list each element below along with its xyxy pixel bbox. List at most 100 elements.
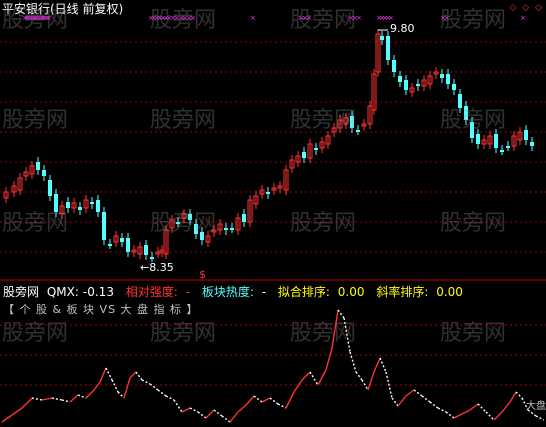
- qmx-label: QMX:: [46, 285, 79, 299]
- candle-body: [506, 146, 510, 148]
- indicator-segment: [397, 395, 407, 407]
- candle-body: [476, 134, 480, 144]
- candle-body: [386, 36, 390, 60]
- indicator-segment: [99, 367, 107, 383]
- fit-rank-value: 0.00: [337, 285, 365, 299]
- indicator-segment: [105, 367, 113, 381]
- indicator-segment: [469, 403, 479, 411]
- indicator-segment: [41, 397, 53, 401]
- indicator-segment: [69, 394, 79, 403]
- watermark: 股旁网: [2, 108, 69, 133]
- indicator-segment: [181, 407, 191, 413]
- indicator-segment: [461, 409, 471, 415]
- indicator-segment: [85, 389, 95, 399]
- indicator-segment: [245, 395, 255, 406]
- sector-heat-label: 板块热度:: [201, 285, 254, 299]
- candle-body: [42, 170, 46, 176]
- watermark: 股旁网: [150, 8, 217, 33]
- candle-body: [452, 84, 456, 90]
- indicator-segment: [515, 391, 523, 399]
- dollar-marker-icon: $: [199, 268, 206, 281]
- indicator-segment: [93, 381, 101, 391]
- watermark: 股旁网: [2, 321, 69, 346]
- candle-body: [530, 142, 534, 146]
- indicator-segment: [421, 395, 431, 403]
- indicator-segment: [373, 357, 381, 373]
- candle-body: [242, 214, 246, 222]
- indicator-segment: [165, 395, 175, 401]
- sector-heat-value: -: [261, 285, 267, 299]
- candle-body: [224, 228, 228, 230]
- indicator-segment: [253, 395, 263, 403]
- candle-body: [302, 152, 306, 158]
- indicator-segment: [135, 371, 143, 381]
- candle-body: [266, 192, 270, 194]
- top-marker: ×: [356, 14, 362, 22]
- candle-body: [392, 60, 396, 72]
- indicator-segment: [379, 357, 387, 373]
- candle-body: [90, 202, 94, 204]
- indicator-segment: [325, 347, 333, 371]
- fit-rank-label: 拟合排序:: [277, 285, 330, 299]
- indicator-segment: [535, 415, 545, 421]
- candle-body: [356, 130, 360, 132]
- indicator-segment: [261, 397, 271, 403]
- relative-strength-label: 相对强度:: [125, 285, 178, 299]
- indicator-segment: [1, 414, 13, 423]
- indicator-header: 股旁网 QMX: -0.13 相对强度: - 板块热度: - 拟合排序: 0.00…: [3, 285, 471, 299]
- indicator-segment: [31, 397, 43, 401]
- slope-rank-value: 0.00: [436, 285, 463, 299]
- watermark: 股旁网: [2, 211, 69, 236]
- candle-body: [36, 162, 40, 170]
- indicator-segment: [293, 379, 303, 393]
- indicator-segment: [317, 369, 327, 386]
- indicator-segment: [117, 391, 125, 399]
- indicator-segment: [285, 391, 295, 409]
- high-price-label: 9.80: [390, 22, 415, 35]
- indicator-segment: [173, 399, 183, 413]
- indicator-segment: [453, 413, 463, 419]
- indicator-segment: [391, 397, 399, 407]
- candle-body: [446, 74, 450, 84]
- candle-body: [108, 244, 112, 246]
- watermark: 股旁网: [290, 321, 357, 346]
- indicator-segment: [221, 415, 231, 423]
- indicator-segment: [437, 407, 447, 413]
- indicator-segment: [197, 411, 207, 419]
- watermark: 股旁网: [440, 108, 507, 133]
- relative-strength-value: -: [185, 285, 191, 299]
- candle-body: [96, 200, 100, 212]
- indicator-segment: [51, 397, 63, 401]
- indicator-segment: [445, 411, 455, 419]
- candle-body: [144, 245, 148, 255]
- watermark: 股旁网: [440, 211, 507, 236]
- control-icon-3[interactable]: ◇: [535, 3, 542, 13]
- candle-body: [494, 134, 498, 148]
- indicator-name: 股旁网: [3, 285, 40, 299]
- watermark: 股旁网: [150, 108, 217, 133]
- indicator-segment: [111, 379, 119, 393]
- candle-body: [314, 148, 318, 150]
- indicator-segment: [229, 411, 239, 423]
- watermark: 股旁网: [150, 211, 217, 236]
- top-marker: ×: [388, 14, 394, 22]
- indicator-segment: [405, 389, 415, 397]
- indicator-segment: [355, 371, 363, 381]
- indicator-segment: [485, 411, 495, 421]
- candle-body: [380, 36, 384, 40]
- watermark: 股旁网: [290, 8, 357, 33]
- top-marker: ×: [250, 14, 256, 22]
- qmx-value: -0.13: [82, 285, 114, 299]
- watermark: 股旁网: [150, 321, 217, 346]
- candle-body: [440, 74, 444, 78]
- top-marker: ×: [520, 14, 526, 22]
- indicator-segment: [361, 379, 369, 391]
- candle-body: [230, 228, 234, 230]
- indicator-segment: [157, 389, 167, 397]
- control-icon-2[interactable]: ◇: [522, 3, 529, 13]
- watermark: 股旁网: [290, 108, 357, 133]
- window-controls[interactable]: ◇ ◇ ◇: [506, 3, 542, 13]
- candle-body: [524, 130, 528, 140]
- control-icon-1[interactable]: ◇: [509, 3, 516, 13]
- candle-body: [126, 238, 130, 252]
